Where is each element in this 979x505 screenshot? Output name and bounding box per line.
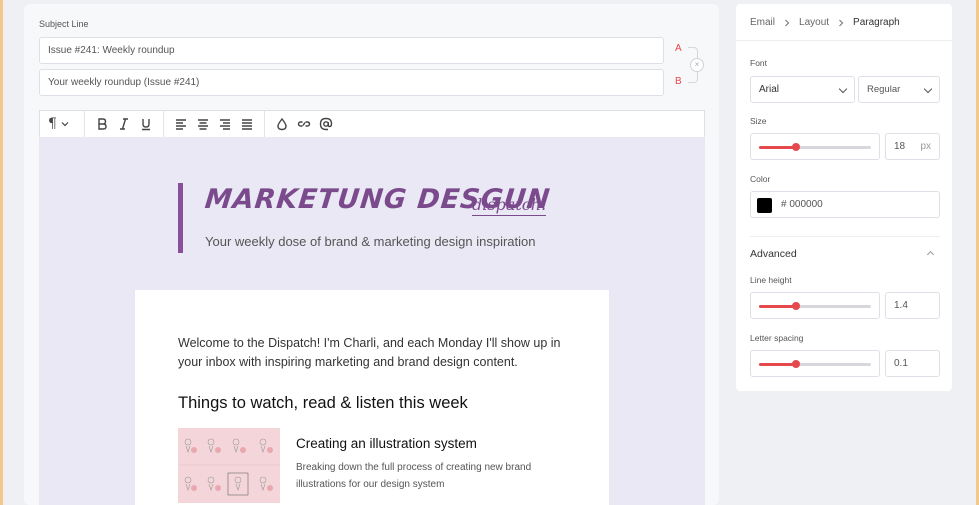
slider-fill	[759, 305, 796, 308]
text-color-button[interactable]	[271, 113, 293, 135]
chevron-down-icon	[61, 122, 69, 127]
illustration-thumbnail-image	[178, 428, 280, 503]
article-title[interactable]: Creating an illustration system	[296, 436, 477, 451]
line-height-label: Line height	[750, 275, 792, 285]
size-slider[interactable]	[750, 133, 880, 160]
size-label: Size	[750, 116, 767, 126]
mention-button[interactable]	[315, 113, 337, 135]
variant-b-label: B	[675, 76, 682, 87]
link-icon	[297, 121, 311, 127]
chevron-down-icon	[923, 84, 933, 94]
letter-spacing-input[interactable]: 0.1	[885, 350, 940, 377]
window-frame-left	[0, 0, 3, 505]
bold-button[interactable]	[91, 113, 113, 135]
article-description[interactable]: Breaking down the full process of creati…	[296, 460, 566, 493]
article-thumbnail[interactable]	[178, 428, 280, 503]
chevron-down-icon	[838, 84, 848, 94]
line-height-input[interactable]: 1.4	[885, 292, 940, 319]
font-label: Font	[750, 58, 768, 68]
italic-button[interactable]	[113, 113, 135, 135]
size-value: 18	[894, 141, 906, 152]
drop-icon	[277, 117, 287, 131]
slider-fill	[759, 146, 796, 149]
chevron-right-icon	[785, 19, 790, 26]
chevron-right-icon	[839, 19, 844, 26]
email-canvas[interactable]: MARKETUNG DESGUN dispatch. Your weekly d…	[39, 137, 705, 505]
color-label: Color	[750, 174, 771, 184]
section-heading[interactable]: Things to watch, read & listen this week	[178, 394, 468, 413]
formatting-toolbar: ¶	[39, 110, 705, 138]
variant-a-label: A	[675, 43, 682, 54]
breadcrumb-layout[interactable]: Layout	[799, 17, 829, 28]
properties-panel: Email Layout Paragraph Font Arial Regula…	[736, 4, 952, 391]
toolbar-divider	[163, 110, 164, 138]
bold-icon	[98, 118, 107, 130]
toolbar-divider	[84, 110, 85, 138]
align-right-button[interactable]	[214, 113, 236, 135]
slider-track	[759, 360, 871, 368]
color-swatch[interactable]	[757, 198, 772, 213]
chevron-up-icon[interactable]	[926, 250, 935, 259]
align-center-icon	[198, 119, 208, 130]
email-content-card: Welcome to the Dispatch! I'm Charli, and…	[135, 290, 609, 505]
subject-variant-b-input[interactable]: Your weekly roundup (Issue #241)	[39, 69, 664, 96]
welcome-paragraph[interactable]: Welcome to the Dispatch! I'm Charli, and…	[178, 334, 568, 372]
advanced-section-toggle[interactable]: Advanced	[750, 248, 797, 260]
font-family-value: Arial	[759, 84, 780, 95]
align-justify-icon	[242, 119, 252, 130]
subject-variant-a-input[interactable]: Issue #241: Weekly roundup	[39, 37, 664, 64]
brand-accent-bar	[178, 183, 183, 253]
breadcrumb: Email Layout Paragraph	[750, 17, 900, 28]
panel-divider	[736, 40, 952, 41]
line-height-slider[interactable]	[750, 292, 880, 319]
align-left-button[interactable]	[170, 113, 192, 135]
slider-fill	[759, 363, 796, 366]
font-weight-select[interactable]: Regular	[858, 76, 940, 103]
at-icon	[319, 117, 333, 131]
font-family-select[interactable]: Arial	[750, 76, 855, 103]
size-input[interactable]: 18 px	[885, 133, 940, 160]
breadcrumb-email[interactable]: Email	[750, 17, 775, 28]
remove-variant-button[interactable]: ×	[690, 58, 704, 72]
paragraph-style-dropdown[interactable]: ¶	[48, 116, 78, 132]
align-right-icon	[220, 119, 230, 130]
paragraph-icon: ¶	[48, 116, 57, 132]
subject-line-title: Subject Line	[39, 19, 89, 29]
italic-icon	[120, 118, 128, 130]
align-left-icon	[176, 119, 186, 130]
slider-track	[759, 302, 871, 310]
color-hex-value: # 000000	[781, 199, 823, 210]
insert-link-button[interactable]	[293, 113, 315, 135]
breadcrumb-paragraph[interactable]: Paragraph	[853, 17, 900, 28]
align-center-button[interactable]	[192, 113, 214, 135]
letter-spacing-slider[interactable]	[750, 350, 880, 377]
letter-spacing-label: Letter spacing	[750, 333, 804, 343]
brand-logo-script: dispatch.	[472, 195, 547, 216]
size-unit: px	[920, 141, 931, 152]
color-input[interactable]: # 000000	[750, 191, 940, 218]
slider-handle[interactable]	[791, 360, 800, 368]
editor-panel: Subject Line Issue #241: Weekly roundup …	[24, 4, 719, 505]
font-weight-value: Regular	[867, 84, 901, 95]
align-justify-button[interactable]	[236, 113, 258, 135]
underline-icon	[142, 119, 150, 131]
brand-tagline[interactable]: Your weekly dose of brand & marketing de…	[205, 234, 536, 249]
panel-divider	[750, 236, 940, 237]
slider-handle[interactable]	[791, 302, 800, 310]
underline-button[interactable]	[135, 113, 157, 135]
slider-track	[759, 143, 871, 151]
toolbar-divider	[264, 110, 265, 138]
slider-handle[interactable]	[791, 143, 800, 151]
